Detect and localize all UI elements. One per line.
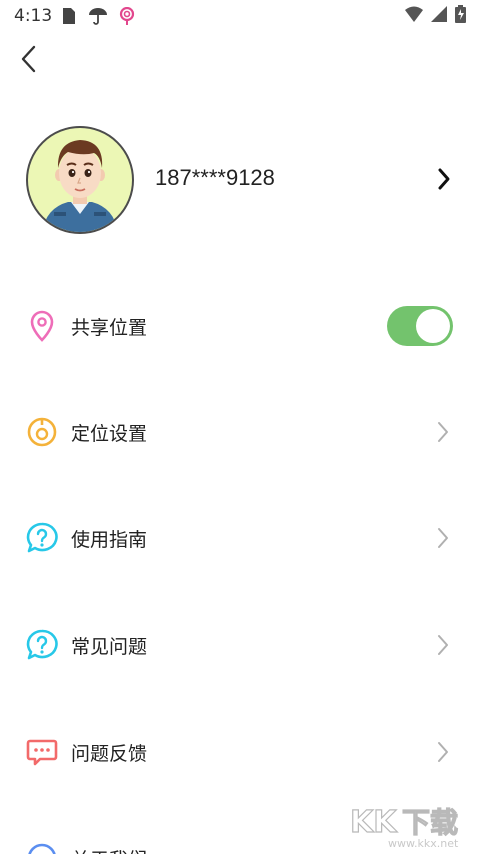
share-location-toggle[interactable] [387,306,453,346]
status-time: 4:13 [14,6,53,26]
chevron-right-icon [436,421,450,443]
info-icon [25,841,59,854]
feedback-bubble-icon [25,735,59,769]
lollipop-icon [118,6,136,25]
menu-item-label: 共享位置 [71,316,148,339]
menu-item-faq[interactable]: 常见问题 [0,615,480,675]
menu-item-label: 使用指南 [71,528,148,551]
menu-item-location-settings[interactable]: 定位设置 [0,402,480,462]
chevron-right-icon [436,527,450,549]
chevron-right-icon [436,741,450,763]
menu-item-feedback[interactable]: 问题反馈 [0,722,480,782]
sim-card-icon [62,7,78,25]
svg-text:KK: KK [350,805,398,840]
menu-item-share-location[interactable]: 共享位置 [0,296,480,356]
watermark-logo: KK 下载 www.kkx.net [348,800,470,850]
battery-charging-icon [455,4,466,28]
location-pin-icon [25,309,59,343]
question-bubble-icon [25,628,59,662]
svg-text:下载: 下载 [402,806,458,839]
chevron-left-icon [21,45,36,73]
wifi-icon [405,6,423,27]
menu-item-label: 问题反馈 [71,742,148,765]
menu-item-label: 关于我们 [71,845,147,854]
menu-item-label: 定位设置 [71,422,148,445]
phone-number: 187****9128 [155,165,275,190]
status-bar: 4:13 [0,0,480,32]
toggle-knob [416,309,450,343]
question-bubble-icon [25,521,59,555]
svg-text:www.kkx.net: www.kkx.net [388,837,459,850]
chevron-right-icon [436,166,452,192]
back-button[interactable] [14,42,42,76]
umbrella-icon [88,7,108,25]
menu-item-user-guide[interactable]: 使用指南 [0,508,480,568]
avatar[interactable] [26,126,134,234]
profile-row[interactable]: 187****9128 [0,118,480,242]
location-target-icon [25,415,59,449]
menu-item-label: 常见问题 [71,635,148,658]
chevron-right-icon [436,634,450,656]
cell-signal-icon [431,5,447,27]
